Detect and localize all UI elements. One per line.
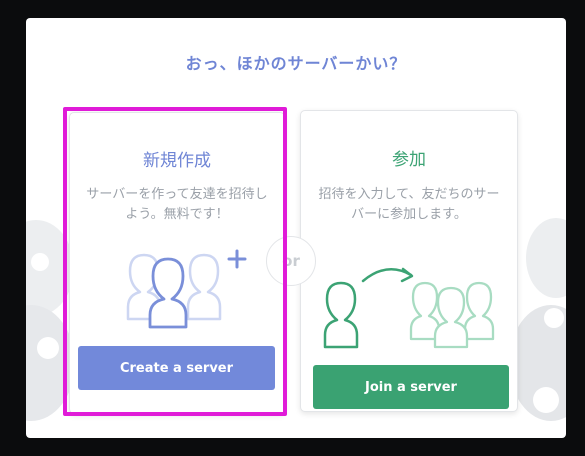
join-server-button[interactable]: Join a server xyxy=(313,365,509,409)
join-card-description: 招待を入力して、友だちのサーバーに参加します。 xyxy=(318,187,500,222)
join-server-card[interactable]: 参加 招待を入力して、友だちのサーバーに参加します。 Join a server xyxy=(300,110,518,412)
modal-title: おっ、ほかのサーバーかい？ xyxy=(185,54,407,73)
join-card-title: 参加 xyxy=(392,150,426,170)
selection-highlight xyxy=(63,107,287,416)
join-users-icon xyxy=(323,267,495,349)
create-or-join-modal: おっ、ほかのサーバーかい？ 新規作成 サーバーを作って友達を招待しよう。無料です… xyxy=(26,18,566,438)
